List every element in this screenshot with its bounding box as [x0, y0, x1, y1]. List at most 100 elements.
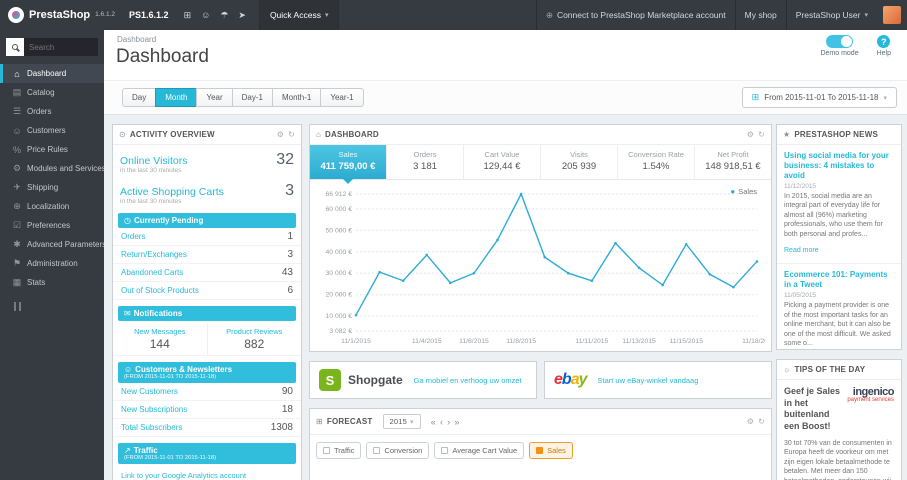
filter-year-1-button[interactable]: Year-1 [320, 88, 364, 107]
my-shop-link[interactable]: My shop [734, 0, 786, 30]
article-headline-link[interactable]: Using social media for your business: 4 … [784, 151, 894, 181]
forecast-legend-traffic[interactable]: Traffic [316, 442, 362, 459]
refresh-icon[interactable]: ↻ [758, 417, 765, 426]
out-of-stock-link[interactable]: Out of Stock Products [121, 286, 199, 295]
new-customers-link[interactable]: New Customers [121, 387, 178, 396]
sidebar-item-advanced-parameters[interactable]: ✱ Advanced Parameters [0, 235, 104, 254]
marketplace-label: Connect to PrestaShop Marketplace accoun… [556, 10, 726, 20]
employees-icon[interactable]: ☺ [201, 10, 210, 20]
forecast-panel: ⊞ FORECAST 2015 ▾ « ‹ › » ⚙ ↻ Traffic Co… [309, 408, 772, 480]
filter-day-button[interactable]: Day [122, 88, 157, 107]
search-icon[interactable] [6, 38, 24, 56]
onboarding-rocket-icon[interactable]: ➤ [238, 10, 246, 21]
last-page-icon[interactable]: » [454, 417, 459, 427]
new-subscriptions-link[interactable]: New Subscriptions [121, 405, 187, 414]
kpi-sales[interactable]: Sales 411 759,00 € [310, 145, 387, 184]
pending-returns-link[interactable]: Return/Exchanges [121, 250, 187, 259]
search-input[interactable] [24, 38, 98, 56]
kpi-conversion-rate[interactable]: Conversion Rate 1.54% [618, 145, 695, 179]
user-avatar[interactable] [883, 6, 901, 24]
clock-icon: ◷ [124, 216, 131, 225]
dashboard-panel-header: ⌂ DASHBOARD ⚙ ↻ [310, 125, 771, 145]
sidebar-item-preferences[interactable]: ☑ Preferences [0, 216, 104, 235]
forecast-legend-sales[interactable]: Sales [529, 442, 573, 459]
marketplace-link[interactable]: ⊕ Connect to PrestaShop Marketplace acco… [535, 0, 735, 30]
ebay-module-card[interactable]: ebay Start uw eBay-winkel vandaag [544, 361, 772, 399]
ebay-tagline-link[interactable]: Start uw eBay-winkel vandaag [598, 376, 699, 385]
shopgate-tagline-link[interactable]: Ga mobiel en verhoog uw omzet [414, 376, 522, 385]
prev-page-icon[interactable]: ‹ [440, 417, 443, 427]
forecast-legend-conversion[interactable]: Conversion [366, 442, 430, 459]
sidebar-item-label: Price Rules [27, 145, 68, 154]
gear-icon[interactable]: ⚙ [277, 130, 284, 139]
ingenico-logo[interactable]: ingenico payment services [847, 386, 894, 433]
gear-icon[interactable]: ⚙ [747, 417, 754, 426]
new-messages-value: 144 [149, 337, 170, 351]
refresh-icon[interactable]: ↻ [288, 130, 295, 139]
kpi-orders[interactable]: Orders 3 181 [387, 145, 464, 179]
abandoned-carts-value: 43 [281, 267, 293, 278]
kpi-visits[interactable]: Visits 205 939 [541, 145, 618, 179]
sidebar-item-label: Administration [27, 259, 78, 268]
product-reviews-cell[interactable]: Product Reviews 882 [206, 323, 302, 355]
date-range-picker[interactable]: ⊞ From 2015-11-01 To 2015-11-18 ▾ [741, 87, 897, 108]
prestashop-logo[interactable]: PrestaShop 1.6.1.2 [0, 7, 123, 23]
sidebar-item-orders[interactable]: ☰ Orders [0, 102, 104, 121]
svg-text:60 000 €: 60 000 € [326, 206, 353, 213]
article-excerpt: Picking a payment provider is one of the… [784, 302, 891, 347]
filter-month-1-button[interactable]: Month-1 [271, 88, 322, 107]
help-icon: ? [877, 35, 891, 48]
user-menu[interactable]: PrestaShop User ▾ [785, 0, 877, 30]
pending-orders-link[interactable]: Orders [121, 232, 145, 241]
date-range-label: From 2015-11-01 To 2015-11-18 [764, 93, 879, 102]
next-page-icon[interactable]: › [447, 417, 450, 427]
read-more-link[interactable]: Read more [784, 247, 819, 254]
filter-month-button[interactable]: Month [155, 88, 198, 107]
shopgate-module-card[interactable]: S Shopgate Ga mobiel en verhoog uw omzet [309, 361, 537, 399]
activity-column: ⊙ ACTIVITY OVERVIEW ⚙ ↻ Online Visitors … [112, 124, 302, 480]
new-subscriptions-value: 18 [281, 404, 293, 415]
shop-name[interactable]: PS1.6.1.2 [129, 10, 169, 20]
quick-access-label: Quick Access [269, 10, 321, 20]
sidebar-item-catalog[interactable]: ▤ Catalog [0, 83, 104, 102]
gear-icon[interactable]: ⚙ [747, 130, 754, 139]
kpi-net-profit[interactable]: Net Profit 148 918,51 € [695, 145, 771, 179]
advanced-parameters-icon: ✱ [13, 239, 21, 249]
refresh-icon[interactable]: ↻ [758, 130, 765, 139]
sidebar-item-shipping[interactable]: ✈ Shipping [0, 178, 104, 197]
quick-access-menu[interactable]: Quick Access ▾ [258, 0, 340, 30]
article-headline-link[interactable]: Ecommerce 101: Payments in a Tweet [784, 270, 894, 290]
support-icon[interactable]: ☂ [220, 10, 228, 21]
total-subscribers-link[interactable]: Total Subscribers [121, 423, 182, 432]
filter-day-1-button[interactable]: Day-1 [231, 88, 273, 107]
kpi-cart-value[interactable]: Cart Value 129,44 € [464, 145, 541, 179]
sidebar-item-stats[interactable]: ▦ Stats [0, 273, 104, 292]
total-subscribers-value: 1308 [270, 422, 293, 433]
sidebar-item-dashboard[interactable]: ⌂ Dashboard [0, 64, 104, 83]
active-carts-link[interactable]: Active Shopping Carts [120, 186, 224, 198]
tips-panel-header: ☼ TIPS OF THE DAY [777, 360, 901, 380]
sidebar-item-administration[interactable]: ⚑ Administration [0, 254, 104, 273]
traffic-header: ↗ Traffic (FROM 2015-11-01 TO 2015-11-18) [118, 443, 296, 464]
demo-mode-toggle[interactable]: Demo mode [820, 35, 859, 57]
first-page-icon[interactable]: « [431, 417, 436, 427]
sidebar-item-modules[interactable]: ⚙ Modules and Services [0, 159, 104, 178]
google-analytics-link[interactable]: Link to your Google Analytics account [113, 464, 301, 480]
sidebar-collapse-button[interactable] [14, 302, 21, 311]
filter-year-button[interactable]: Year [196, 88, 233, 107]
toggle-on-icon[interactable] [826, 35, 854, 48]
forecast-legend-row: Traffic Conversion Average Cart Value Sa… [310, 435, 771, 466]
new-messages-cell[interactable]: New Messages 144 [113, 323, 207, 355]
sidebar-item-price-rules[interactable]: % Price Rules [0, 140, 104, 159]
globe-icon: ⊕ [545, 9, 553, 20]
sidebar-item-label: Localization [27, 202, 70, 211]
sidebar-item-localization[interactable]: ⊕ Localization [0, 197, 104, 216]
forecast-legend-average-cart-value[interactable]: Average Cart Value [434, 442, 525, 459]
forecast-year-select[interactable]: 2015 ▾ [382, 414, 421, 429]
abandoned-carts-link[interactable]: Abandoned Carts [121, 268, 183, 277]
customers-row: Total Subscribers 1308 [113, 419, 301, 437]
online-visitors-link[interactable]: Online Visitors [120, 155, 188, 167]
cart-icon[interactable]: ⊞ [184, 10, 192, 21]
help-button[interactable]: ? Help [877, 35, 891, 57]
sidebar-item-customers[interactable]: ☺ Customers [0, 121, 104, 140]
